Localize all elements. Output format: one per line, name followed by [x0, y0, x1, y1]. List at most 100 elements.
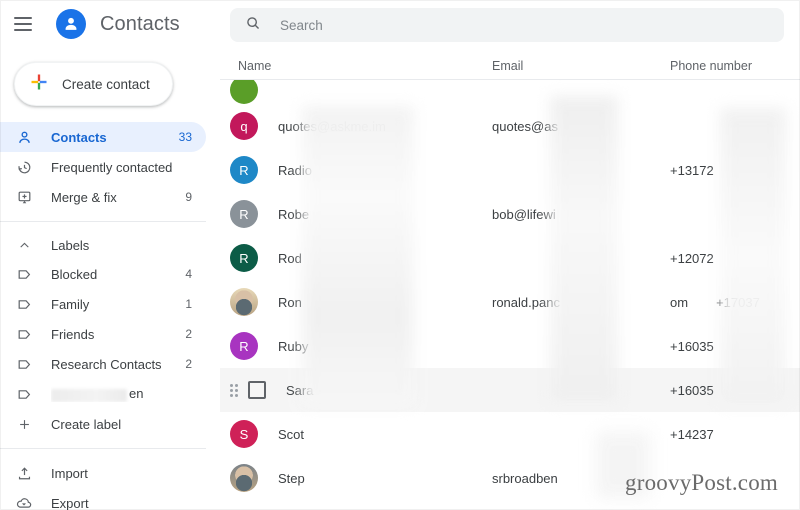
sidebar-label-text: Friends: [51, 326, 95, 342]
search-input[interactable]: [280, 17, 756, 33]
contact-name: Ron: [278, 294, 302, 310]
sidebar-label-text: Research Contacts: [51, 356, 162, 372]
sidebar-nav: Contacts 33 Frequently contacted Merge &…: [0, 122, 220, 510]
cell-email: quotes@as: [492, 118, 558, 134]
sidebar-item-label: Merge & fix: [51, 189, 117, 205]
contact-name: Robe: [278, 206, 310, 222]
search-bar[interactable]: [230, 8, 784, 42]
avatar-initial[interactable]: R: [230, 244, 258, 272]
app-header: Contacts: [0, 0, 220, 48]
sidebar-item-merge-and-fix[interactable]: Merge & fix 9: [0, 182, 206, 212]
contacts-app-window: Contacts Create contact Contacts 33 Freq…: [0, 0, 800, 510]
main-panel: Name Email Phone number q quotes@askme.im…: [220, 0, 800, 510]
sidebar-item-frequently-contacted[interactable]: Frequently contacted: [0, 152, 206, 182]
sidebar-item-import[interactable]: Import: [0, 458, 206, 488]
sidebar-item-export[interactable]: Export: [0, 488, 206, 510]
table-row[interactable]: S Scot +14237: [220, 412, 800, 456]
cell-name: R Radio: [230, 156, 492, 184]
create-contact-wrap: Create contact: [0, 48, 220, 116]
plus-icon: [14, 414, 34, 434]
table-row[interactable]: R Ruby +16035: [220, 324, 800, 368]
table-row[interactable]: [220, 80, 800, 104]
column-header-phone[interactable]: Phone number: [670, 59, 800, 73]
row-checkbox[interactable]: [248, 381, 266, 399]
avatar-initial[interactable]: R: [230, 156, 258, 184]
page-title: Contacts: [100, 12, 180, 35]
upload-icon: [14, 463, 34, 483]
cell-name: Step: [230, 464, 492, 492]
sidebar-divider-1: [0, 221, 206, 222]
column-header-name[interactable]: Name: [230, 59, 492, 73]
label-outline-icon: [14, 294, 34, 314]
cell-email: ronald.panc: [492, 294, 560, 310]
create-label-button[interactable]: Create label: [0, 409, 206, 439]
cell-phone: +12072: [670, 251, 800, 266]
cell-name: R Rod: [230, 244, 492, 272]
sidebar-label-redacted[interactable]: en: [0, 379, 206, 409]
sidebar-item-label: Contacts: [51, 129, 107, 145]
sidebar-label-family[interactable]: Family 1: [0, 289, 206, 319]
sidebar-label-blocked[interactable]: Blocked 4: [0, 259, 206, 289]
contacts-table: Name Email Phone number q quotes@askme.im…: [220, 52, 800, 500]
cell-phone: +14237: [670, 427, 800, 442]
table-row[interactable]: R Rod +12072: [220, 236, 800, 280]
avatar-initial[interactable]: q: [230, 112, 258, 140]
sidebar-item-contacts[interactable]: Contacts 33: [0, 122, 206, 152]
contact-name: Radio: [278, 162, 312, 178]
avatar-photo[interactable]: [230, 464, 258, 492]
phone-value: +16035: [670, 382, 714, 398]
cell-phone: +13172: [670, 163, 800, 178]
table-row[interactable]: R Radio +13172: [220, 148, 800, 192]
sidebar-item-label: Export: [51, 495, 89, 510]
sidebar-label-friends[interactable]: Friends 2: [0, 319, 206, 349]
sidebar-label-text: en: [51, 386, 192, 402]
redaction-blur: [51, 388, 127, 402]
email-tail: om: [670, 294, 689, 310]
contacts-person-icon: [56, 9, 86, 39]
cell-name: Ron: [230, 288, 492, 316]
cell-name: [230, 80, 492, 104]
sidebar-label-count: 1: [185, 297, 192, 311]
sidebar-item-count: 9: [185, 190, 192, 204]
sidebar-item-label: Import: [51, 465, 88, 481]
avatar-photo[interactable]: [230, 288, 258, 316]
labels-section-label: Labels: [51, 237, 90, 253]
create-contact-button[interactable]: Create contact: [14, 62, 173, 106]
search-icon: [244, 14, 262, 37]
sidebar: Contacts Create contact Contacts 33 Freq…: [0, 0, 220, 510]
chevron-up-icon: [14, 239, 34, 252]
create-label-text: Create label: [51, 416, 122, 432]
drag-handle-icon[interactable]: [230, 383, 242, 397]
sidebar-item-count: 33: [178, 130, 192, 144]
labels-section-header[interactable]: Labels: [0, 231, 220, 259]
cell-name: S Scot: [230, 420, 492, 448]
table-row[interactable]: R Robe bob@lifewi: [220, 192, 800, 236]
sidebar-label-research-contacts[interactable]: Research Contacts 2: [0, 349, 206, 379]
avatar-initial[interactable]: R: [230, 200, 258, 228]
merge-icon: [14, 187, 34, 207]
avatar-initial[interactable]: R: [230, 332, 258, 360]
hamburger-menu-icon[interactable]: [14, 12, 38, 36]
contact-name: Sara: [286, 382, 314, 398]
history-clock-icon: [14, 157, 34, 177]
watermark: groovyPost.com: [625, 470, 778, 495]
sidebar-label-count: 4: [185, 267, 192, 281]
cloud-download-icon: [14, 493, 34, 510]
person-outline-icon: [14, 127, 34, 147]
cell-email: bob@lifewi: [492, 206, 556, 222]
sidebar-item-label: Frequently contacted: [51, 159, 173, 175]
sidebar-label-text: Blocked: [51, 266, 98, 282]
contact-name: Rod: [278, 250, 302, 266]
avatar-initial[interactable]: S: [230, 420, 258, 448]
sidebar-label-count: 2: [185, 357, 192, 371]
google-plus-icon: [29, 72, 49, 97]
cell-name: q quotes@askme.im: [230, 112, 492, 140]
table-row[interactable]: q quotes@askme.im quotes@as: [220, 104, 800, 148]
contact-name: Step: [278, 470, 305, 486]
phone-value: +13172: [670, 162, 714, 178]
sidebar-divider-2: [0, 448, 206, 449]
table-row[interactable]: Sara +16035: [220, 368, 800, 412]
column-header-email[interactable]: Email: [492, 59, 670, 73]
table-row[interactable]: Ron ronald.panc om +17037: [220, 280, 800, 324]
avatar-initial[interactable]: [230, 80, 258, 104]
